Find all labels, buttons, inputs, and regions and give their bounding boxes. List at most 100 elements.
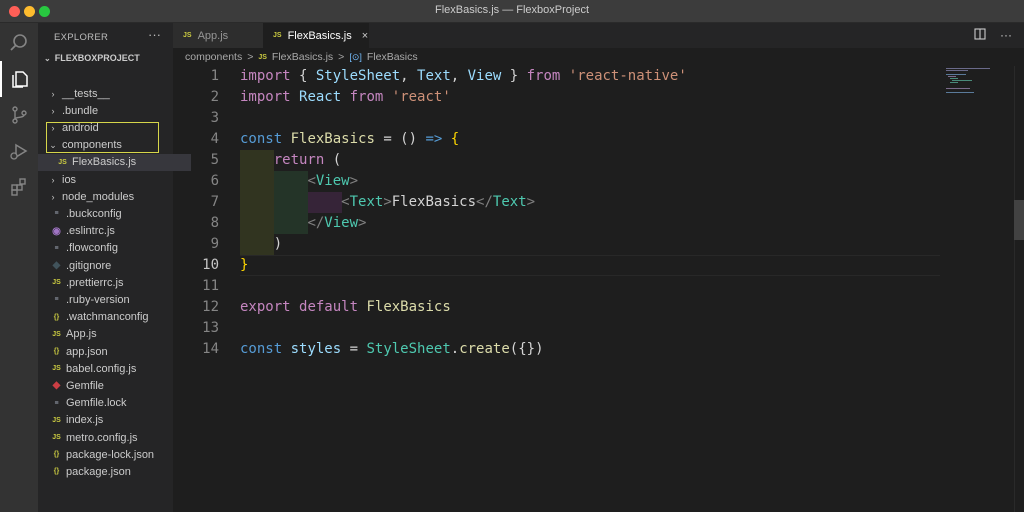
file-label: .buckconfig bbox=[66, 207, 122, 220]
git-file-icon: ◆ bbox=[52, 260, 61, 271]
file-item[interactable]: {} package.json bbox=[38, 463, 185, 480]
file-label: components bbox=[62, 139, 122, 152]
breadcrumb-folder[interactable]: components bbox=[185, 51, 242, 63]
code-token: ) bbox=[240, 236, 283, 252]
json-file-icon: {} bbox=[53, 313, 60, 321]
close-tab-icon[interactable]: × bbox=[362, 30, 368, 42]
file-item[interactable]: {} package-lock.json bbox=[38, 446, 185, 463]
file-label: FlexBasics.js bbox=[72, 156, 137, 169]
window-title: FlexBasics.js — FlexboxProject bbox=[434, 4, 590, 16]
code-editor[interactable]: 1 import { StyleSheet, Text, View } from … bbox=[173, 66, 1024, 512]
code-token: } bbox=[501, 68, 527, 84]
code-token: => bbox=[425, 131, 443, 147]
file-item[interactable]: JS metro.config.js bbox=[38, 429, 185, 446]
file-item[interactable]: {} app.json bbox=[38, 343, 185, 360]
file-label: package-lock.json bbox=[66, 448, 155, 461]
code-token: styles bbox=[290, 341, 342, 357]
file-label: .gitignore bbox=[66, 259, 112, 272]
file-item[interactable]: ≡ .buckconfig bbox=[38, 205, 185, 222]
code-token: ( bbox=[324, 152, 342, 168]
project-root[interactable]: ⌄ FLEXBOXPROJECT bbox=[44, 53, 140, 63]
more-actions-icon[interactable]: ··· bbox=[148, 27, 161, 42]
file-item[interactable]: JS App.js bbox=[38, 326, 185, 343]
tab-app-js[interactable]: JS App.js bbox=[173, 23, 263, 48]
js-file-icon: JS bbox=[273, 32, 282, 39]
minimap[interactable] bbox=[940, 66, 1014, 106]
editor-scrollbar[interactable] bbox=[1014, 66, 1024, 512]
file-item[interactable]: ◆ .gitignore bbox=[38, 257, 185, 274]
file-label: node_modules bbox=[62, 190, 135, 203]
line-number: 2 bbox=[210, 89, 219, 105]
line-number: 12 bbox=[202, 299, 219, 315]
js-file-icon: JS bbox=[258, 53, 267, 61]
split-editor-icon[interactable] bbox=[974, 28, 986, 43]
code-token: > bbox=[383, 194, 392, 210]
config-file-icon: ≡ bbox=[54, 399, 59, 407]
js-file-icon: JS bbox=[52, 330, 61, 338]
code-token: , bbox=[400, 68, 418, 84]
file-label: .watchmanconfig bbox=[66, 311, 149, 324]
code-token: const bbox=[240, 131, 283, 147]
code-token: View bbox=[324, 215, 359, 231]
folder-item[interactable]: › ios bbox=[38, 171, 183, 188]
file-label: android bbox=[62, 121, 99, 134]
chevron-right-icon: › bbox=[51, 191, 55, 202]
folder-item[interactable]: › __tests__ bbox=[38, 85, 183, 102]
file-label: __tests__ bbox=[62, 87, 110, 100]
file-item[interactable]: {} .watchmanconfig bbox=[38, 309, 185, 326]
folder-item[interactable]: › android bbox=[38, 119, 183, 136]
search-icon[interactable] bbox=[0, 25, 38, 61]
breadcrumb-symbol[interactable]: FlexBasics bbox=[367, 51, 418, 63]
file-item[interactable]: JS babel.config.js bbox=[38, 360, 185, 377]
file-item[interactable]: ≡ Gemfile.lock bbox=[38, 395, 185, 412]
files-icon[interactable] bbox=[0, 61, 38, 97]
more-actions-icon[interactable]: ··· bbox=[1000, 28, 1012, 43]
file-item[interactable]: ≡ .ruby-version bbox=[38, 291, 185, 308]
editor-tab-bar: JS App.js JS FlexBasics.js × ··· bbox=[173, 23, 1024, 48]
code-token: create bbox=[459, 341, 510, 357]
folder-item[interactable]: › node_modules bbox=[38, 188, 183, 205]
tab-label: App.js bbox=[197, 29, 229, 42]
file-label: App.js bbox=[66, 328, 97, 341]
breadcrumb-file[interactable]: FlexBasics.js bbox=[272, 51, 333, 63]
file-item[interactable]: ≡ .flowconfig bbox=[38, 240, 185, 257]
code-token: Text bbox=[492, 194, 527, 210]
folder-item[interactable]: › .bundle bbox=[38, 102, 183, 119]
code-token: export bbox=[240, 299, 291, 315]
file-item[interactable]: JS FlexBasics.js bbox=[38, 153, 191, 171]
line-number: 11 bbox=[202, 278, 219, 294]
code-token: > bbox=[358, 215, 367, 231]
source-control-icon[interactable] bbox=[0, 97, 38, 133]
code-token: > bbox=[526, 194, 536, 210]
file-item[interactable]: JS index.js bbox=[38, 412, 185, 429]
json-file-icon: {} bbox=[53, 468, 60, 476]
activity-bar bbox=[0, 23, 38, 512]
code-line: const FlexBasics = () => { bbox=[240, 129, 459, 150]
folder-item[interactable]: ⌄ components bbox=[38, 137, 183, 154]
eslint-file-icon: ◉ bbox=[52, 225, 61, 237]
tab-flexbasics-js[interactable]: JS FlexBasics.js × bbox=[263, 23, 369, 48]
config-file-icon: ≡ bbox=[54, 296, 59, 304]
extensions-icon[interactable] bbox=[0, 169, 38, 205]
code-token: FlexBasics bbox=[366, 299, 451, 315]
code-token: View bbox=[315, 173, 350, 189]
file-item[interactable]: JS .prettierrc.js bbox=[38, 274, 185, 291]
scrollbar-thumb[interactable] bbox=[1014, 200, 1024, 240]
code-line: return ( bbox=[240, 150, 341, 171]
code-line: <View> bbox=[240, 171, 358, 192]
run-debug-icon[interactable] bbox=[0, 133, 38, 169]
line-number: 3 bbox=[210, 110, 219, 126]
code-token: { bbox=[450, 131, 460, 147]
code-line: } bbox=[240, 255, 248, 276]
file-item[interactable]: ◉ .eslintrc.js bbox=[38, 223, 185, 240]
chevron-right-icon: › bbox=[51, 122, 55, 133]
code-token: </ bbox=[307, 215, 325, 231]
code-line: import React from 'react' bbox=[240, 87, 451, 108]
file-item[interactable]: ◆ Gemfile bbox=[38, 377, 185, 394]
file-label: ios bbox=[62, 173, 77, 186]
